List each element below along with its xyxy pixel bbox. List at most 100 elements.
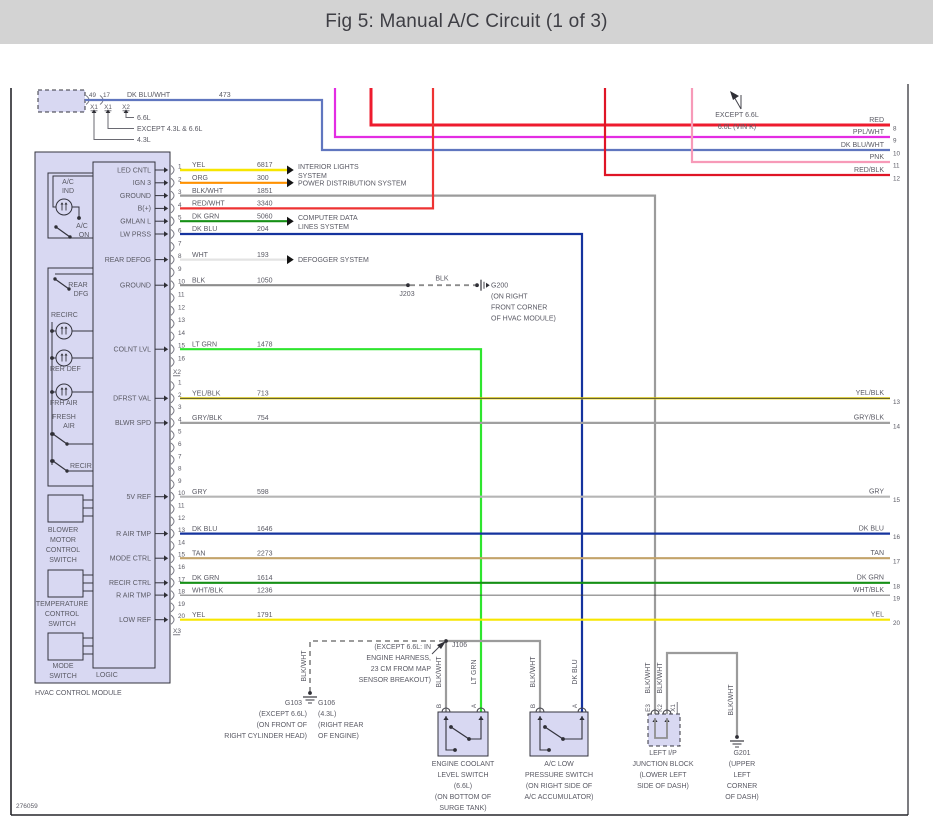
pin-signal: B(+) — [138, 206, 151, 213]
wire-color-label: BLK — [192, 277, 206, 284]
temp-switch-box — [48, 570, 83, 597]
label: SYSTEM — [298, 173, 327, 180]
label: (LOWER LEFT — [639, 772, 687, 779]
edge-pin-number: 13 — [893, 399, 901, 406]
label: 6.6L — [137, 115, 151, 122]
label: FRONT CORNER — [491, 305, 547, 312]
label: ENGINE COOLANT — [432, 761, 495, 768]
edge-wire-label: YEL — [871, 612, 884, 619]
pin-connector-mark — [171, 505, 174, 514]
junction-dot — [475, 283, 479, 287]
label: POWER DISTRIBUTION SYSTEM — [298, 180, 407, 187]
circuit-number: 754 — [257, 415, 269, 422]
line — [126, 113, 134, 118]
pin-connector-mark — [171, 230, 174, 239]
junction-dot — [68, 235, 71, 238]
junction-dot — [50, 356, 54, 360]
circuit-number: 473 — [219, 92, 231, 99]
wire-color-label: DK BLU — [192, 526, 217, 533]
pin-letter: A — [471, 703, 478, 708]
pin-connector-mark — [171, 242, 174, 251]
label: PRESSURE SWITCH — [525, 772, 593, 779]
pin-signal: RECIR CTRL — [109, 580, 151, 587]
label: (ON BOTTOM OF — [435, 794, 491, 801]
pin-connector-mark — [171, 358, 174, 367]
pin-connector-mark — [171, 431, 174, 440]
pin-connector-mark — [171, 406, 174, 415]
circuit-number: 1851 — [257, 188, 273, 195]
edge-wire-label: DK BLU/WHT — [841, 142, 885, 149]
edge-pin-number: 8 — [893, 126, 897, 133]
label: ON — [79, 232, 90, 239]
label: MOTOR — [50, 537, 76, 544]
edge-pin-number: 20 — [893, 620, 901, 627]
label: JUNCTION BLOCK — [632, 761, 693, 768]
pin-letter: K2 — [657, 704, 664, 712]
pin-connector-mark — [171, 603, 174, 612]
pin-number: 7 — [178, 453, 182, 460]
label: FRH AIR — [50, 400, 78, 407]
wire-color-label: WHT — [192, 252, 209, 259]
wire-color-label: DK BLU — [572, 659, 579, 684]
label: REAR — [68, 282, 87, 289]
pin-number: 5 — [178, 429, 182, 436]
panel-box — [48, 268, 93, 486]
pin-number: 16 — [178, 356, 186, 363]
wire-color-label: LT GRN — [192, 341, 217, 348]
edge-pin-number: 18 — [893, 583, 901, 590]
pin-connector-mark — [171, 204, 174, 213]
wire-color-label: BLK/WHT — [301, 650, 308, 682]
circuit-number: 204 — [257, 226, 269, 233]
label: DFG — [74, 291, 89, 298]
label: EXCEPT 4.3L & 6.6L — [137, 126, 202, 133]
arrowhead-icon — [486, 283, 490, 288]
ground-label: G106 — [318, 700, 335, 707]
ground-label: G200 — [491, 283, 508, 290]
circuit-number: 5060 — [257, 213, 273, 220]
pin-letter: A — [572, 703, 579, 708]
ground-label: G201 — [733, 750, 750, 757]
pin-connector-mark — [171, 566, 174, 575]
circuit-number: 1478 — [257, 341, 273, 348]
doc-number: 276059 — [16, 803, 38, 810]
pin-signal: LW PRSS — [120, 231, 151, 238]
arrowhead-icon — [287, 178, 294, 187]
wire-color-label: GRY — [192, 489, 207, 496]
junction-dot — [547, 748, 551, 752]
circuit-number: 300 — [257, 175, 269, 182]
wire-color-label: YEL — [192, 612, 205, 619]
label: RECIR — [70, 463, 92, 470]
pin-connector-mark — [171, 306, 174, 315]
connector-label: X1 — [670, 704, 677, 712]
pin-signal: IGN 3 — [133, 180, 151, 187]
pin-connector-mark — [171, 541, 174, 550]
pin-connector-mark — [171, 382, 174, 391]
circuit-number: 1236 — [257, 587, 273, 594]
pin-connector-mark — [171, 281, 174, 290]
label: (UPPER — [729, 761, 755, 768]
top-connector-box — [38, 90, 85, 112]
pin-connector-mark — [171, 615, 174, 624]
pin-connector-mark — [171, 345, 174, 354]
wire-color-label: DK GRN — [192, 575, 219, 582]
label: SWITCH — [49, 673, 77, 680]
label: IND — [62, 188, 74, 195]
pin-letter: B — [436, 704, 443, 708]
wire-red — [371, 88, 890, 125]
label: SENSOR BREAKOUT) — [359, 677, 431, 684]
label: 4.3L — [137, 137, 151, 144]
label: SURGE TANK) — [439, 805, 486, 812]
pin-signal: BLWR SPD — [115, 420, 151, 427]
wire-blk-wht — [180, 196, 655, 714]
junction-dot — [50, 432, 54, 436]
blower-switch-box — [48, 495, 83, 522]
wire-color-label: RED/WHT — [192, 201, 225, 208]
pin-number: 14 — [178, 330, 186, 337]
label: CONTROL — [45, 611, 79, 618]
label: RIGHT CYLINDER HEAD) — [224, 733, 307, 740]
circuit-number: 2273 — [257, 550, 273, 557]
edge-wire-label: GRY — [869, 489, 884, 496]
circuit-number: 1050 — [257, 277, 273, 284]
pin-signal: LOW REF — [119, 617, 151, 624]
label: 6.0L (VIN K) — [718, 124, 756, 131]
